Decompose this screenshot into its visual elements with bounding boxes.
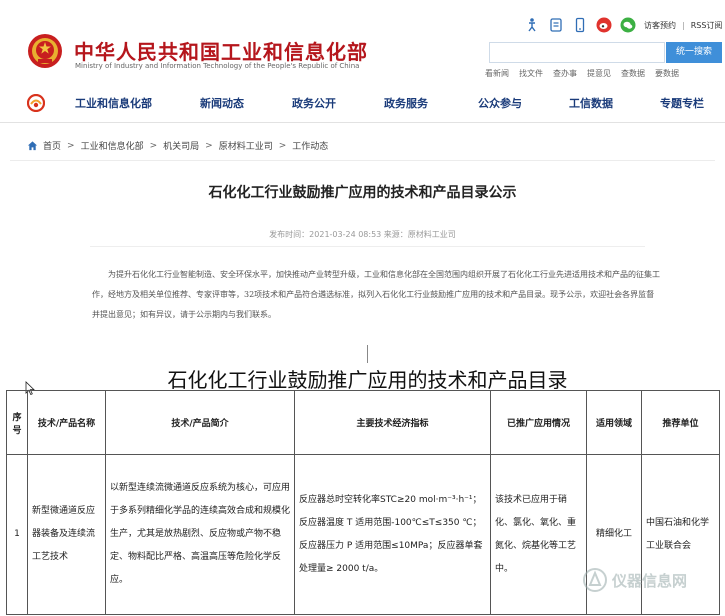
main-nav: 工业和信息化部 新闻动态 政务公开 政务服务 公众参与 工信数据 专题专栏 <box>0 88 725 120</box>
cell-name: 新型微通道反应器装备及连续流工艺技术 <box>27 454 106 615</box>
nav-item-miit[interactable]: 工业和信息化部 <box>75 95 152 111</box>
accessibility-icon[interactable] <box>524 17 540 33</box>
watermark-logo-icon <box>583 568 607 592</box>
site-header: 中华人民共和国工业和信息化部 Ministry of Industry and … <box>0 0 725 88</box>
breadcrumb-separator: > <box>278 140 287 151</box>
utility-bar: 访客预约 | RSS订阅 <box>524 15 722 35</box>
column-header-intro: 技术/产品简介 <box>105 390 295 455</box>
miit-logo-icon[interactable] <box>27 94 45 112</box>
text-cursor <box>367 345 368 363</box>
elder-mode-icon[interactable] <box>548 17 564 33</box>
breadcrumb-raw-materials[interactable]: 原材料工业司 <box>219 139 273 152</box>
quick-link-files[interactable]: 找文件 <box>519 68 543 79</box>
breadcrumb-work-news[interactable]: 工作动态 <box>292 139 328 152</box>
breadcrumb-separator: > <box>67 140 75 151</box>
quick-links: 看新闻 找文件 查办事 提意见 查数据 要数据 <box>485 68 689 79</box>
nav-item-data[interactable]: 工信数据 <box>569 95 613 111</box>
breadcrumb-divider <box>10 160 715 161</box>
article-intro: 为提升石化化工行业智能制造、安全环保水平，加快推动产业转型升级，工业和信息化部在… <box>92 270 660 319</box>
quick-link-data[interactable]: 查数据 <box>621 68 645 79</box>
article-title: 石化化工行业鼓励推广应用的技术和产品目录公示 <box>208 185 517 201</box>
catalog-title: 石化化工行业鼓励推广应用的技术和产品目录 <box>167 368 568 392</box>
quick-link-request-data[interactable]: 要数据 <box>655 68 679 79</box>
breadcrumb: 首页 > 工业和信息化部 > 机关司局 > 原材料工业司 > 工作动态 <box>27 139 328 152</box>
nav-divider <box>0 122 725 123</box>
quick-link-feedback[interactable]: 提意见 <box>587 68 611 79</box>
nav-item-gov-services[interactable]: 政务服务 <box>384 95 428 111</box>
article-meta: 发布时间：2021-03-24 08:53 来源：原材料工业司 <box>269 230 456 239</box>
search-button[interactable]: 统一搜索 <box>666 42 722 63</box>
nav-item-public-participation[interactable]: 公众参与 <box>478 95 522 111</box>
quick-link-news[interactable]: 看新闻 <box>485 68 509 79</box>
meta-divider <box>90 246 645 247</box>
nav-item-news[interactable]: 新闻动态 <box>200 95 244 111</box>
breadcrumb-home[interactable]: 首页 <box>43 139 61 152</box>
site-subtitle: Ministry of Industry and Information Tec… <box>75 62 360 70</box>
national-emblem-icon[interactable] <box>27 33 63 69</box>
breadcrumb-separator: > <box>149 140 158 151</box>
watermark-text: 仪器信息网 <box>612 571 688 590</box>
visit-appointment-link[interactable]: 访客预约 <box>644 20 676 31</box>
search-input[interactable] <box>489 42 665 63</box>
weibo-icon[interactable] <box>596 17 612 33</box>
mobile-icon[interactable] <box>572 17 588 33</box>
cell-application: 该技术已应用于硝化、氯化、氧化、重氮化、烷基化等工艺中。 <box>490 454 587 615</box>
breadcrumb-separator: > <box>205 140 213 151</box>
cell-intro: 以新型连续流微通道反应系统为核心，可应用于多系列精细化学品的连续高效合成和规模化… <box>105 454 295 615</box>
nav-item-gov-affairs[interactable]: 政务公开 <box>292 95 336 111</box>
cell-indicators: 反应器总时空转化率STC≥20 mol·m⁻³·h⁻¹；反应器温度 T 适用范围… <box>294 454 491 615</box>
quick-link-services[interactable]: 查办事 <box>553 68 577 79</box>
home-icon[interactable] <box>27 140 38 151</box>
column-header-name: 技术/产品名称 <box>27 390 106 455</box>
table-header-row: 序号 技术/产品名称 技术/产品简介 主要技术经济指标 已推广应用情况 适用领域… <box>6 390 720 455</box>
site-title[interactable]: 中华人民共和国工业和信息化部 <box>74 36 368 65</box>
column-header-recommender: 推荐单位 <box>641 390 720 455</box>
column-header-application: 已推广应用情况 <box>490 390 587 455</box>
utility-separator: | <box>682 20 685 30</box>
column-header-indicators: 主要技术经济指标 <box>294 390 491 455</box>
wechat-icon[interactable] <box>620 17 636 33</box>
cell-no: 1 <box>6 454 28 615</box>
rss-link[interactable]: RSS订阅 <box>691 20 723 31</box>
watermark: 仪器信息网 <box>582 567 687 593</box>
breadcrumb-miit[interactable]: 工业和信息化部 <box>81 139 144 152</box>
nav-item-topics[interactable]: 专题专栏 <box>660 95 704 111</box>
column-header-field: 适用领域 <box>586 390 642 455</box>
breadcrumb-departments[interactable]: 机关司局 <box>163 139 199 152</box>
column-header-no: 序号 <box>6 390 28 455</box>
